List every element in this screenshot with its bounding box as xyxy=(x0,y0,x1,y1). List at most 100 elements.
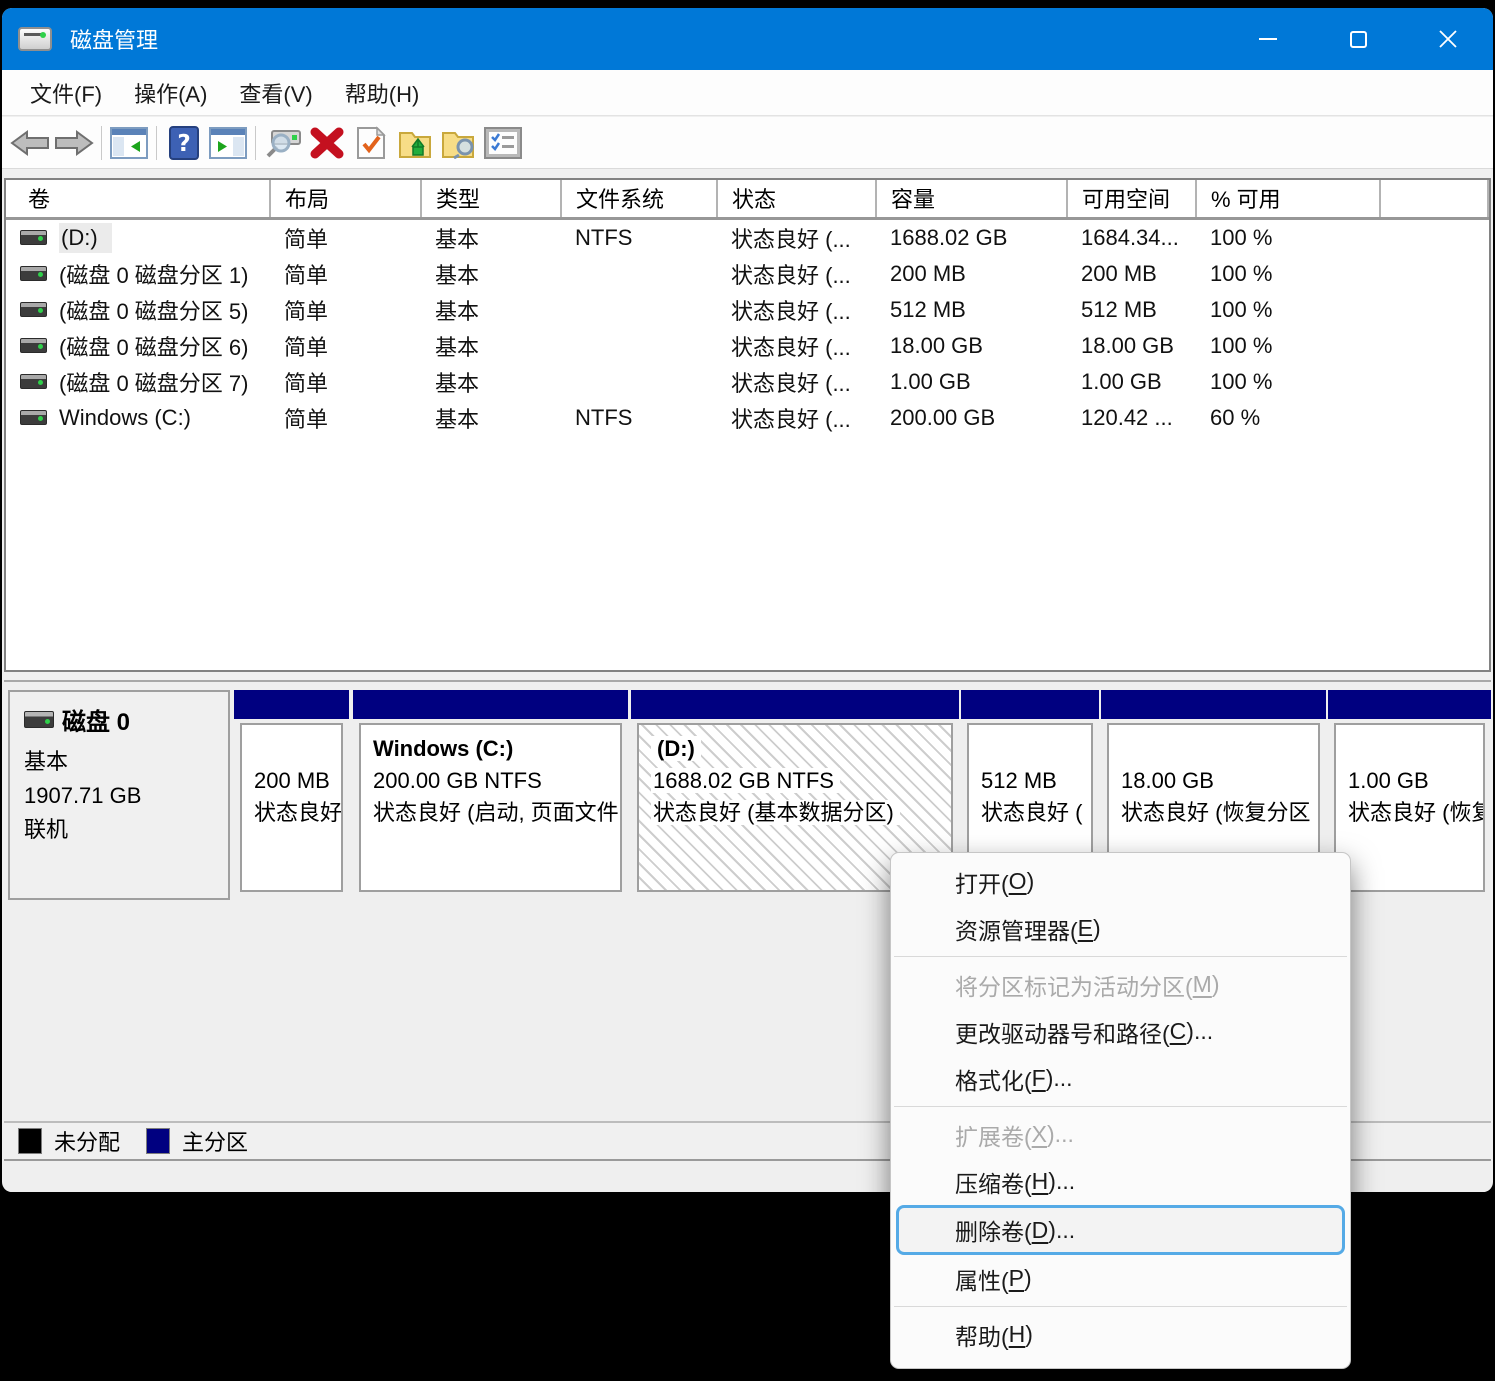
cell-fs xyxy=(561,364,717,400)
volume-context-menu: 打开(O) 资源管理器(E) 将分区标记为活动分区(M) 更改驱动器号和路径(C… xyxy=(890,852,1351,1369)
legend-unallocated-swatch xyxy=(18,1128,42,1154)
rescan-disks-icon xyxy=(262,126,304,160)
cell-capacity: 1688.02 GB xyxy=(876,218,1067,256)
col-header-free[interactable]: 可用空间 xyxy=(1067,180,1196,218)
check-document-icon xyxy=(356,126,386,160)
col-header-status[interactable]: 状态 xyxy=(717,180,876,218)
screen: 磁盘管理 文件(F) 操作(A) 查看(V) 帮助(H) xyxy=(0,0,1495,1381)
cell-layout: 简单 xyxy=(270,256,421,292)
maximize-button[interactable] xyxy=(1313,8,1403,70)
menu-file[interactable]: 文件(F) xyxy=(16,70,116,115)
partition-status: 状态良好 (基本数据分区) xyxy=(651,797,951,829)
delete-volume-button[interactable] xyxy=(305,121,349,165)
partition-header-strip xyxy=(631,690,959,719)
menu-item-delete-volume[interactable]: 删除卷(D)... xyxy=(896,1205,1345,1255)
disk-icon xyxy=(24,711,54,728)
cell-type: 基本 xyxy=(421,364,561,400)
window-title: 磁盘管理 xyxy=(70,23,158,55)
cell-capacity: 200.00 GB xyxy=(876,400,1067,436)
menu-separator xyxy=(894,956,1347,957)
cell-pct: 60 % xyxy=(1196,400,1380,436)
delete-x-icon xyxy=(309,127,345,159)
show-action-pane-button[interactable] xyxy=(206,121,250,165)
console-tree-button[interactable] xyxy=(107,121,151,165)
show-action-pane-icon xyxy=(209,127,247,159)
partition-body: Windows (C:) 200.00 GB NTFS 状态良好 (启动, 页面… xyxy=(359,723,622,892)
table-row-partition-5[interactable]: (磁盘 0 磁盘分区 5) 简单 基本 状态良好 (... 512 MB 512… xyxy=(6,292,1488,328)
disk-status: 联机 xyxy=(24,813,228,847)
partition-name: Windows (C:) xyxy=(373,733,620,765)
cell-pct: 100 % xyxy=(1196,328,1380,364)
cell-type: 基本 xyxy=(421,218,561,256)
cell-status: 状态良好 (... xyxy=(717,256,876,292)
menu-item-properties[interactable]: 属性(P) xyxy=(891,1255,1350,1302)
titlebar: 磁盘管理 xyxy=(2,8,1493,70)
menu-help[interactable]: 帮助(H) xyxy=(331,70,434,115)
disk-type: 基本 xyxy=(24,745,228,779)
help-button[interactable]: ? xyxy=(162,121,206,165)
partition-size: 200.00 GB NTFS xyxy=(373,765,620,797)
check-document-button[interactable] xyxy=(349,121,393,165)
partition-status: 状态良好 ( xyxy=(254,797,341,829)
partition-size: 200 MB xyxy=(254,765,341,797)
menu-item-format[interactable]: 格式化(F)... xyxy=(891,1055,1350,1102)
partition-1gb[interactable]: 1.00 GB 状态良好 (恢复分区 xyxy=(1328,690,1491,896)
table-row-partition-6[interactable]: (磁盘 0 磁盘分区 6) 简单 基本 状态良好 (... 18.00 GB 1… xyxy=(6,328,1488,364)
table-row-windows-c[interactable]: Windows (C:) 简单 基本 NTFS 状态良好 (... 200.00… xyxy=(6,400,1488,436)
menu-item-mark-active-partition: 将分区标记为活动分区(M) xyxy=(891,961,1350,1008)
menu-view[interactable]: 查看(V) xyxy=(225,70,326,115)
cell-fs xyxy=(561,328,717,364)
menu-action[interactable]: 操作(A) xyxy=(120,70,221,115)
volume-name: Windows (C:) xyxy=(59,405,191,431)
volume-icon xyxy=(20,410,47,425)
cell-free: 120.42 ... xyxy=(1067,400,1196,436)
partition-status: 状态良好 ( xyxy=(981,797,1091,829)
legend-primary-swatch xyxy=(146,1128,170,1154)
col-header-filesystem[interactable]: 文件系统 xyxy=(561,180,717,218)
col-header-empty xyxy=(1380,180,1488,218)
back-button[interactable] xyxy=(8,121,52,165)
volumes-pane: 卷 布局 类型 文件系统 状态 容量 可用空间 % 可用 (D:) 简单 基本 … xyxy=(4,178,1491,672)
partition-200mb[interactable]: 200 MB 状态良好 ( xyxy=(234,690,349,896)
col-header-volume[interactable]: 卷 xyxy=(6,180,270,218)
cell-free: 200 MB xyxy=(1067,256,1196,292)
col-header-capacity[interactable]: 容量 xyxy=(876,180,1067,218)
volume-name: (磁盘 0 磁盘分区 6) xyxy=(59,330,248,362)
table-header-row: 卷 布局 类型 文件系统 状态 容量 可用空间 % 可用 xyxy=(6,180,1488,218)
disk-0-label-box[interactable]: 磁盘 0 基本 1907.71 GB 联机 xyxy=(8,690,230,900)
folder-search-button[interactable] xyxy=(437,121,481,165)
volume-icon xyxy=(20,266,47,281)
menu-item-shrink-volume[interactable]: 压缩卷(H)... xyxy=(891,1158,1350,1205)
col-header-pct-free[interactable]: % 可用 xyxy=(1196,180,1380,218)
table-row-volume-d[interactable]: (D:) 简单 基本 NTFS 状态良好 (... 1688.02 GB 168… xyxy=(6,218,1488,256)
table-row-partition-7[interactable]: (磁盘 0 磁盘分区 7) 简单 基本 状态良好 (... 1.00 GB 1.… xyxy=(6,364,1488,400)
menu-item-help[interactable]: 帮助(H) xyxy=(891,1311,1350,1358)
toolbar-separator xyxy=(156,126,157,160)
close-button[interactable] xyxy=(1403,8,1493,70)
menu-item-open[interactable]: 打开(O) xyxy=(891,858,1350,905)
menu-item-explorer[interactable]: 资源管理器(E) xyxy=(891,905,1350,952)
partition-status: 状态良好 (恢复分区 xyxy=(1121,797,1318,829)
cell-layout: 简单 xyxy=(270,328,421,364)
menu-item-change-drive-letter[interactable]: 更改驱动器号和路径(C)... xyxy=(891,1008,1350,1055)
cell-pct: 100 % xyxy=(1196,256,1380,292)
table-row-partition-1[interactable]: (磁盘 0 磁盘分区 1) 简单 基本 状态良好 (... 200 MB 200… xyxy=(6,256,1488,292)
partition-size: 18.00 GB xyxy=(1121,765,1318,797)
rescan-disks-button[interactable] xyxy=(261,121,305,165)
partition-status: 状态良好 (启动, 页面文件 xyxy=(373,797,620,829)
folder-up-button[interactable] xyxy=(393,121,437,165)
forward-button[interactable] xyxy=(52,121,96,165)
minimize-button[interactable] xyxy=(1223,8,1313,70)
volume-icon xyxy=(20,374,47,389)
properties-list-button[interactable] xyxy=(481,121,525,165)
col-header-type[interactable]: 类型 xyxy=(421,180,561,218)
cell-type: 基本 xyxy=(421,400,561,436)
cell-free: 18.00 GB xyxy=(1067,328,1196,364)
close-icon xyxy=(1438,29,1458,49)
partition-windows-c[interactable]: Windows (C:) 200.00 GB NTFS 状态良好 (启动, 页面… xyxy=(353,690,628,896)
cell-status: 状态良好 (... xyxy=(717,218,876,256)
partition-size: 1688.02 GB NTFS xyxy=(651,765,951,797)
volume-icon xyxy=(20,338,47,353)
volumes-table: 卷 布局 类型 文件系统 状态 容量 可用空间 % 可用 (D:) 简单 基本 … xyxy=(6,180,1489,436)
col-header-layout[interactable]: 布局 xyxy=(270,180,421,218)
